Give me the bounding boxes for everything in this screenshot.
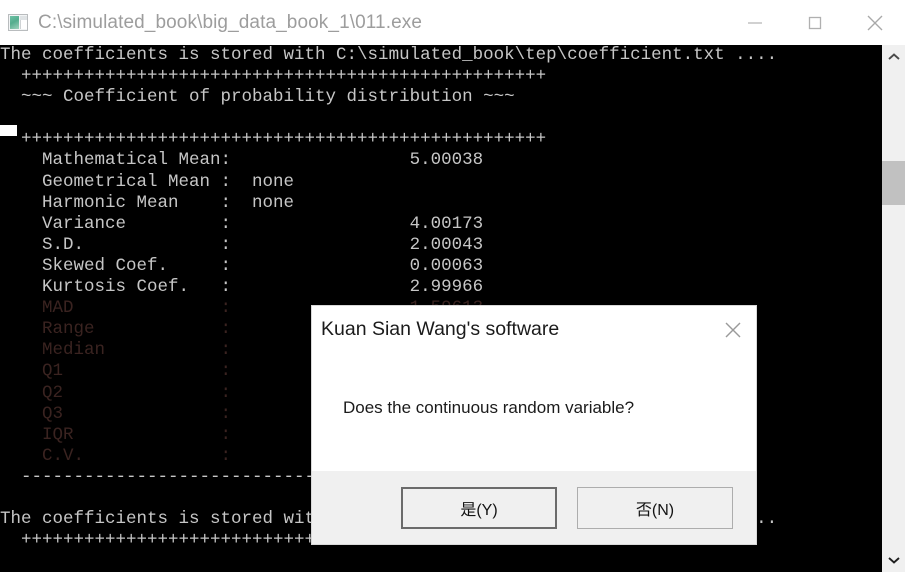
app-window-icon [8,14,28,31]
minimize-icon [748,21,762,24]
scrollbar-up-button[interactable] [882,45,905,69]
console-line: Variance : 4.00173 [0,213,484,234]
chevron-up-icon [887,53,900,60]
console-line: ++++++++++++++++++++++++++++++++++++++++… [0,129,547,150]
app-icon-left-panel [10,16,19,29]
application-window: C:\simulated_book\big_data_book_1\011.ex… [0,0,905,572]
console-cursor [0,125,17,136]
dialog-titlebar: Kuan Sian Wang's software [312,306,756,353]
dialog-close-button[interactable] [710,306,756,353]
message-dialog: Kuan Sian Wang's software Does the conti… [311,305,757,545]
scrollbar-down-button[interactable] [882,548,905,572]
scrollbar-track[interactable] [882,69,905,548]
console-line: S.D. : 2.00043 [0,234,484,255]
console-line: Harmonic Mean : none [0,192,295,213]
close-icon [867,15,883,30]
window-titlebar: C:\simulated_book\big_data_book_1\011.ex… [0,0,905,45]
dialog-body: Does the continuous random variable? [312,353,756,471]
minimize-button[interactable] [725,0,785,45]
console-line: Geometrical Mean : none [0,171,295,192]
console-line: ++++++++++++++++++++++++++++++++++++++++… [0,66,547,87]
chevron-down-icon [887,557,900,564]
console-line: The coefficients is stored with C:\simul… [0,45,778,65]
dialog-yes-button[interactable]: 是(Y) [401,486,557,529]
console-line: Skewed Coef. : 0.00063 [0,255,484,276]
window-title: C:\simulated_book\big_data_book_1\011.ex… [38,11,423,33]
dialog-title: Kuan Sian Wang's software [321,318,560,340]
console-line: Mathematical Mean: 5.00038 [0,150,484,171]
close-button[interactable] [845,0,905,45]
vertical-scrollbar[interactable] [881,45,905,572]
console-line: ~~~ Coefficient of probability distribut… [0,87,515,108]
console-line: Kurtosis Coef. : 2.99966 [0,277,484,298]
close-icon [725,322,741,337]
dialog-message: Does the continuous random variable? [343,398,635,417]
scrollbar-thumb[interactable] [882,161,905,205]
maximize-icon [808,16,822,29]
maximize-button[interactable] [785,0,845,45]
dialog-button-bar: 是(Y) 否(N) [312,471,756,544]
app-icon-title-strip [20,16,27,20]
dialog-no-button[interactable]: 否(N) [577,486,733,529]
